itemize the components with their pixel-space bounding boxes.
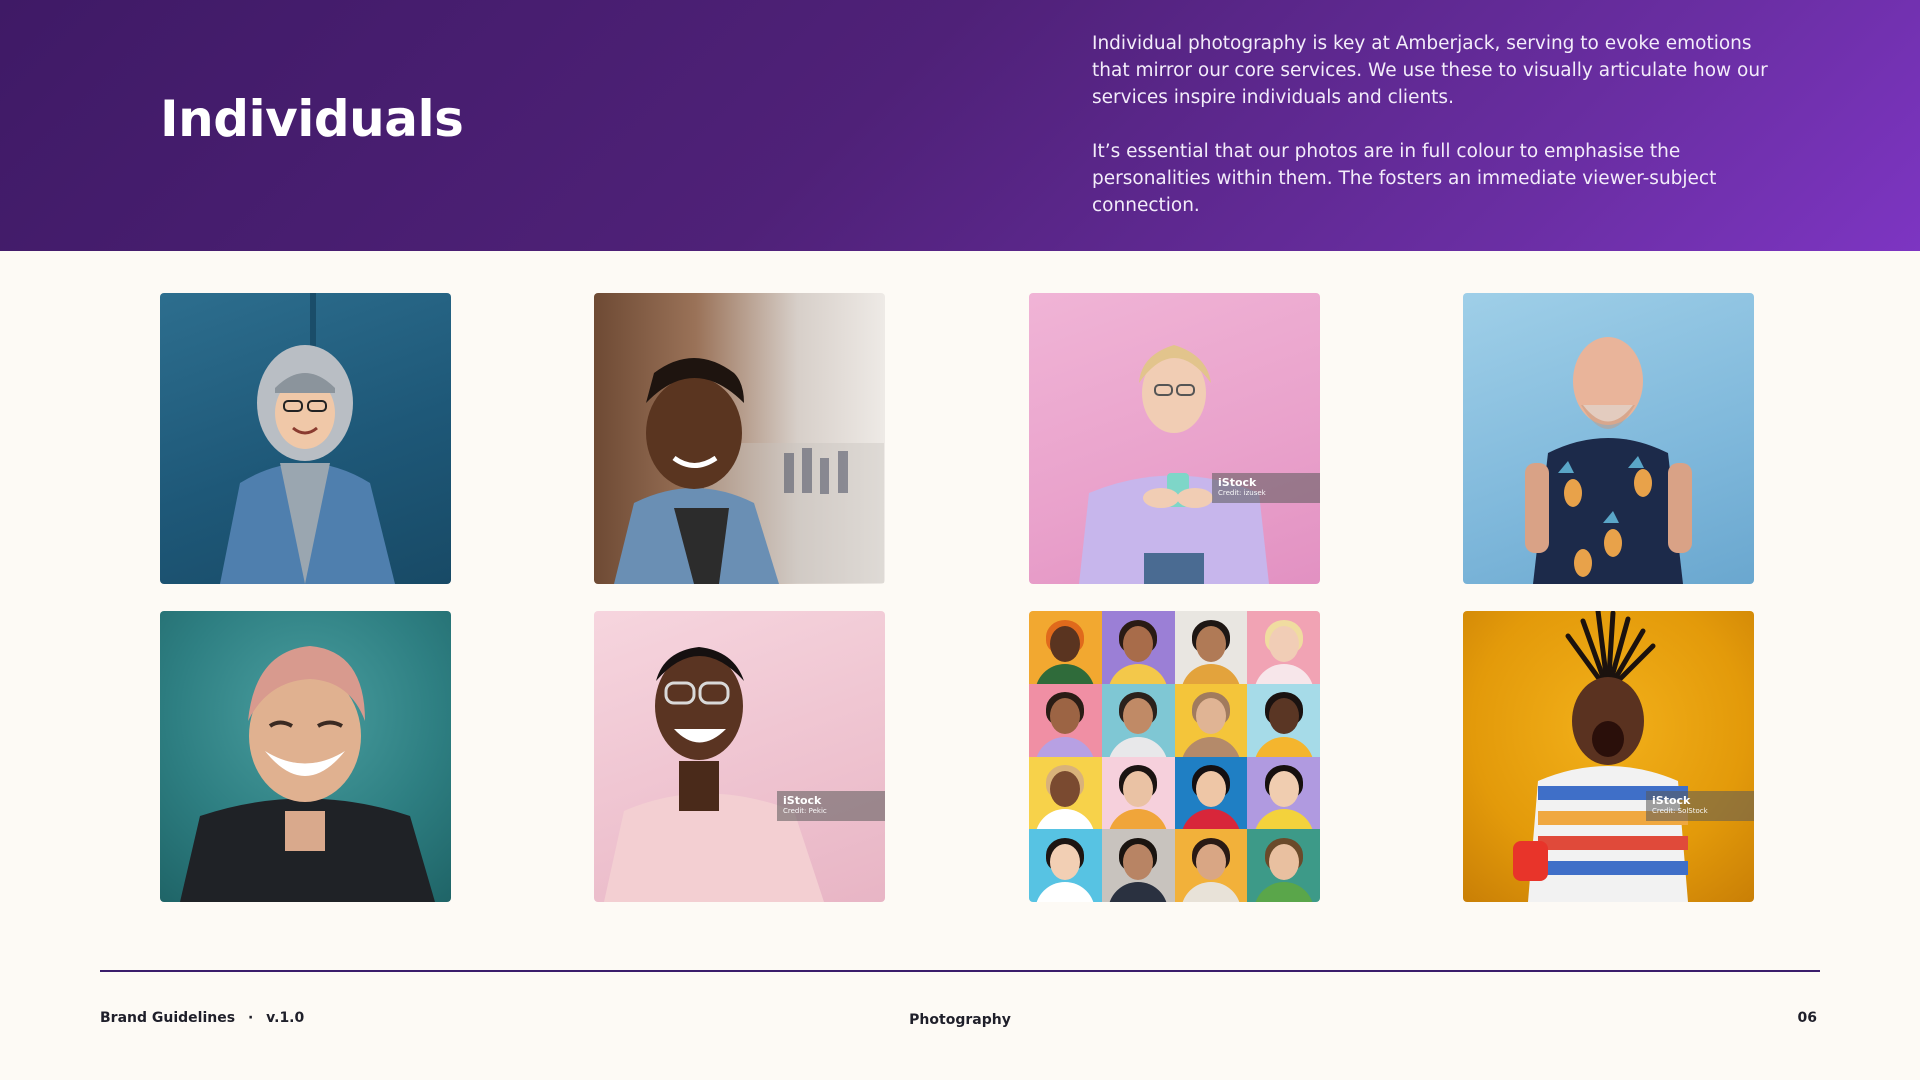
- intro-paragraph-2: It’s essential that our photos are in fu…: [1092, 141, 1717, 216]
- footer-section-name: Photography: [909, 1012, 1011, 1028]
- istock-watermark: iStock Credit: izusek: [1212, 473, 1320, 503]
- man-glasses-illustration: [604, 647, 824, 902]
- watermark-brand: iStock: [1218, 476, 1257, 489]
- hooded-woman-illustration: [220, 293, 395, 584]
- collage-tile: [1174, 683, 1248, 757]
- collage-tile: [1029, 611, 1102, 684]
- photo-man-glasses: iStock Credit: Pekic: [594, 611, 885, 902]
- portrait-collage-grid: [1029, 611, 1320, 902]
- intro-paragraph-1: Individual photography is key at Amberja…: [1092, 33, 1768, 108]
- istock-watermark: iStock Credit: Pekic: [777, 791, 885, 821]
- photo-collage: [1029, 611, 1320, 902]
- watermark-brand: iStock: [783, 794, 822, 807]
- woman-phone-illustration: [1079, 345, 1269, 584]
- intro-copy: Individual photography is key at Amberja…: [1092, 30, 1772, 219]
- watermark-credit: Credit: izusek: [1218, 489, 1266, 497]
- header-band: Individuals Individual photography is ke…: [0, 0, 1920, 251]
- watermark-credit: Credit: SolStock: [1652, 807, 1708, 815]
- collage-tile: [1247, 829, 1320, 902]
- bald-man-illustration: [1525, 337, 1692, 584]
- collage-tile: [1247, 756, 1320, 830]
- photo-hooded-woman: [160, 293, 451, 584]
- page-title: Individuals: [160, 90, 464, 148]
- hair-flip-illustration: [1513, 611, 1688, 902]
- collage-tile: [1029, 683, 1102, 757]
- collage-tile: [1029, 829, 1102, 902]
- collage-tile: [1101, 683, 1175, 757]
- collage-tile: [1101, 756, 1175, 830]
- brand-guidelines-page: Individuals Individual photography is ke…: [0, 0, 1920, 1080]
- watermark-credit: Credit: Pekic: [783, 807, 827, 815]
- collage-tile: [1247, 611, 1320, 684]
- collage-tile: [1029, 756, 1102, 830]
- collage-tile: [1101, 611, 1175, 684]
- photo-hair-flip: iStock Credit: SolStock: [1463, 611, 1754, 902]
- collage-tile: [1101, 829, 1175, 902]
- photo-pink-hair: [160, 611, 451, 902]
- footer-page-number: 06: [1797, 1010, 1817, 1026]
- istock-watermark: iStock Credit: SolStock: [1646, 791, 1754, 821]
- collage-tile: [1174, 829, 1248, 902]
- man-street-illustration: [614, 358, 884, 584]
- photo-bald-man: [1463, 293, 1754, 584]
- footer-divider: [100, 970, 1820, 972]
- collage-tile: [1174, 756, 1248, 830]
- collage-tile: [1174, 611, 1248, 684]
- photo-woman-phone: iStock Credit: izusek: [1029, 293, 1320, 584]
- collage-tile: [1247, 683, 1320, 757]
- pink-hair-illustration: [180, 646, 435, 902]
- photo-man-street: [594, 293, 885, 584]
- watermark-brand: iStock: [1652, 794, 1691, 807]
